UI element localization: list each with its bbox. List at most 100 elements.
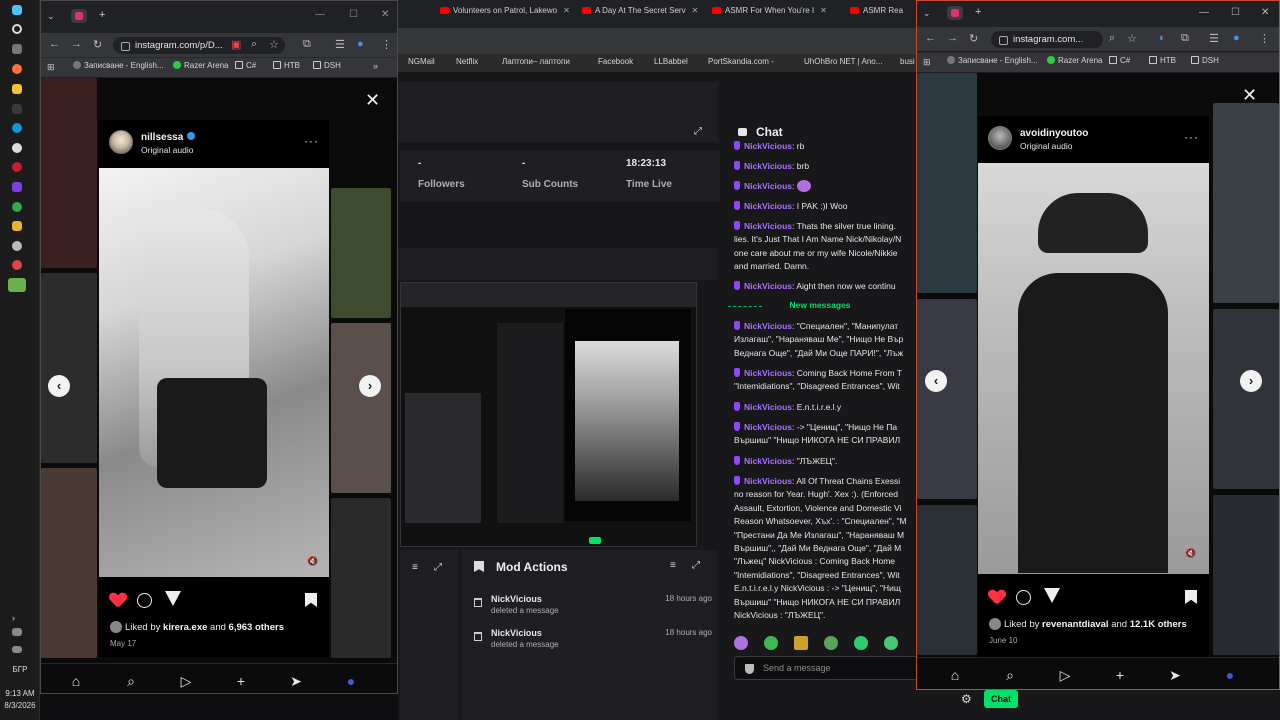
home-icon[interactable]: ⌂ bbox=[947, 667, 963, 683]
mod-action-item[interactable]: NickVicious deleted a message 18 hours a… bbox=[472, 594, 712, 624]
task-view-icon[interactable] bbox=[12, 44, 22, 54]
forward-icon[interactable]: → bbox=[947, 32, 958, 44]
grid-thumbnail[interactable] bbox=[331, 323, 391, 493]
stream-preview[interactable] bbox=[400, 282, 697, 547]
search-icon[interactable]: ⌕ bbox=[123, 673, 139, 689]
grid-thumbnail[interactable] bbox=[331, 498, 391, 658]
mute-icon[interactable]: 🔇 bbox=[307, 556, 318, 566]
back-icon[interactable]: ← bbox=[925, 32, 936, 44]
chat-button[interactable]: Chat bbox=[984, 690, 1018, 708]
app-green-icon[interactable] bbox=[12, 202, 22, 212]
onenote-icon[interactable] bbox=[12, 182, 22, 192]
bookmark[interactable]: DSH bbox=[1191, 56, 1219, 65]
close-post-icon[interactable]: ✕ bbox=[365, 91, 380, 109]
reload-icon[interactable]: ↻ bbox=[93, 38, 102, 51]
bookmark[interactable]: NGMail bbox=[408, 57, 435, 66]
app-icon[interactable] bbox=[12, 104, 22, 114]
app-grey-icon[interactable] bbox=[12, 241, 22, 251]
bookmark[interactable]: Razer Arena bbox=[173, 61, 228, 70]
new-tab-icon[interactable]: + bbox=[99, 9, 105, 21]
clock-date[interactable]: 8/3/2026 bbox=[0, 701, 40, 710]
profile-icon[interactable]: ● bbox=[1233, 32, 1240, 44]
new-tab-icon[interactable]: + bbox=[975, 6, 981, 18]
sidebar-icon[interactable]: ☰ bbox=[1209, 32, 1219, 45]
grid-thumbnail[interactable] bbox=[917, 299, 977, 499]
browser-tab[interactable]: ASMR For When You're I ✕ bbox=[712, 6, 850, 22]
reels-icon[interactable]: ▷ bbox=[178, 673, 194, 689]
like-heart-icon[interactable] bbox=[110, 593, 126, 607]
close-tab-icon[interactable]: ✕ bbox=[820, 6, 827, 15]
extension-icon[interactable]: ◐ bbox=[1159, 32, 1166, 44]
bookmark[interactable]: PortSkandia.com - bbox=[708, 57, 774, 66]
profile-icon[interactable]: ● bbox=[343, 673, 359, 689]
back-icon[interactable]: ← bbox=[49, 38, 60, 50]
reload-icon[interactable]: ↻ bbox=[969, 32, 978, 45]
comment-icon[interactable] bbox=[1016, 590, 1031, 605]
bookmark[interactable]: Facebook bbox=[598, 57, 633, 66]
zoom-icon[interactable]: ⌕ bbox=[1109, 32, 1115, 45]
messages-icon[interactable]: ➤ bbox=[288, 673, 304, 689]
edge-icon[interactable] bbox=[12, 123, 22, 133]
tab-instagram[interactable] bbox=[71, 9, 87, 23]
grid-thumbnail[interactable] bbox=[917, 505, 977, 655]
post-username[interactable]: nillsessa bbox=[141, 132, 196, 143]
emote-icon[interactable] bbox=[854, 636, 868, 650]
reels-icon[interactable]: ▷ bbox=[1057, 667, 1073, 683]
bookmark[interactable]: НТВ bbox=[273, 61, 300, 70]
grid-thumbnail[interactable] bbox=[917, 73, 977, 293]
tab-instagram[interactable] bbox=[947, 6, 963, 20]
bookmark[interactable]: Razer Arena bbox=[1047, 56, 1102, 65]
bookmark[interactable]: LLBabbel bbox=[654, 57, 688, 66]
extensions-icon[interactable]: ⧉ bbox=[303, 38, 311, 51]
menu-dots-icon[interactable]: ⋮ bbox=[381, 38, 392, 51]
grid-thumbnail[interactable] bbox=[41, 273, 97, 463]
close-window-icon[interactable]: ✕ bbox=[381, 9, 389, 20]
home-icon[interactable]: ⌂ bbox=[68, 673, 84, 689]
mute-icon[interactable]: 🔇 bbox=[1185, 548, 1196, 558]
maximize-icon[interactable]: ☐ bbox=[1231, 7, 1240, 18]
create-icon[interactable]: + bbox=[233, 673, 249, 689]
address-bar[interactable]: instagram.com/p/D... bbox=[113, 37, 285, 54]
prev-post-button[interactable]: ‹ bbox=[925, 370, 947, 392]
post-video[interactable]: 🔇 bbox=[978, 163, 1209, 574]
address-bar[interactable]: instagram.com... bbox=[991, 31, 1103, 48]
avatar[interactable] bbox=[988, 126, 1012, 150]
firefox-icon[interactable] bbox=[12, 64, 22, 74]
chevron-up-icon[interactable]: › bbox=[12, 613, 26, 627]
filter-icon[interactable]: ≡ bbox=[412, 562, 418, 573]
popout-icon[interactable]: ⤢ bbox=[692, 560, 700, 571]
bookmark[interactable]: UhOhBro NET | Ano... bbox=[804, 57, 882, 66]
bookmark[interactable]: НТВ bbox=[1149, 56, 1176, 65]
grid-thumbnail[interactable] bbox=[1213, 103, 1279, 303]
keyboard-icon[interactable] bbox=[12, 646, 22, 653]
browser-tab[interactable]: Volunteers on Patrol, Lakewo ✕ bbox=[440, 6, 590, 22]
post-video[interactable]: 🔇 bbox=[99, 168, 329, 577]
extensions-icon[interactable]: ⧉ bbox=[1181, 32, 1189, 45]
like-heart-icon[interactable] bbox=[989, 590, 1005, 604]
bookmark[interactable]: Лаптопи– лаптопи bbox=[502, 57, 570, 66]
more-bookmarks-icon[interactable]: » bbox=[373, 61, 378, 71]
messages-icon[interactable]: ➤ bbox=[1167, 667, 1183, 683]
close-post-icon[interactable]: ✕ bbox=[1242, 86, 1257, 104]
windows-start-icon[interactable] bbox=[12, 5, 22, 15]
star-icon[interactable]: ☆ bbox=[269, 38, 279, 51]
sidebar-icon[interactable]: ☰ bbox=[335, 38, 345, 51]
next-post-button[interactable]: › bbox=[1240, 370, 1262, 392]
menu-dots-icon[interactable]: ⋮ bbox=[1259, 32, 1270, 45]
popout-icon[interactable]: ⤢ bbox=[434, 562, 442, 573]
emote-icon[interactable] bbox=[794, 636, 808, 650]
bookmark[interactable]: Записване - English... bbox=[947, 56, 1038, 65]
avatar[interactable] bbox=[109, 130, 133, 154]
clock-time[interactable]: 9:13 AM bbox=[0, 689, 40, 698]
input-language[interactable]: БГР bbox=[0, 665, 40, 674]
app-yellow-icon[interactable] bbox=[12, 221, 22, 231]
bookmark[interactable]: busi bbox=[900, 57, 915, 66]
tab-menu-icon[interactable]: ⌄ bbox=[923, 8, 931, 19]
grid-thumbnail[interactable] bbox=[41, 468, 97, 658]
opera-icon[interactable] bbox=[12, 162, 22, 172]
prev-post-button[interactable]: ‹ bbox=[48, 375, 70, 397]
active-app-icon[interactable] bbox=[8, 278, 26, 292]
emote-icon[interactable] bbox=[884, 636, 898, 650]
close-tab-icon[interactable]: ✕ bbox=[692, 6, 699, 15]
profile-icon[interactable]: ● bbox=[357, 38, 364, 50]
